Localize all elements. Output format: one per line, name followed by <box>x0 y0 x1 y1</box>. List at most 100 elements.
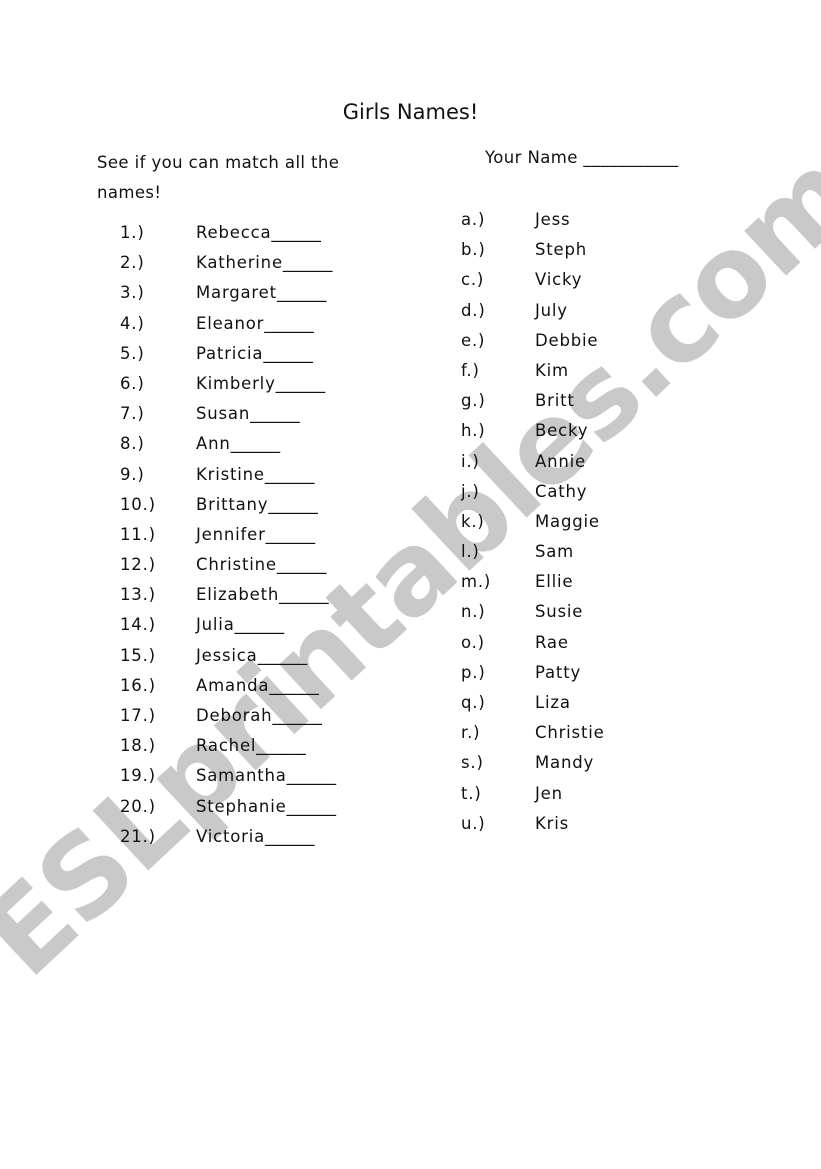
item-letter: b.) <box>461 240 486 260</box>
nickname: Maggie <box>535 511 600 531</box>
nickname: Becky <box>535 421 589 441</box>
full-name-entry[interactable]: Christine______ <box>196 555 326 574</box>
item-number: 4.) <box>120 313 145 333</box>
nickname: Mandy <box>535 753 595 773</box>
full-name: Katherine <box>196 253 283 273</box>
full-name: Ann <box>196 434 231 454</box>
nickname: Annie <box>535 451 586 471</box>
full-name-entry[interactable]: Eleanor______ <box>196 314 314 333</box>
item-letter: a.) <box>461 210 486 229</box>
full-name-entry[interactable]: Patricia______ <box>196 344 313 363</box>
item-letter: t.) <box>461 783 482 803</box>
full-name-entry[interactable]: Brittany______ <box>196 495 318 514</box>
item-number: 20.) <box>120 796 156 816</box>
full-name-entry[interactable]: Kimberly______ <box>196 374 325 393</box>
full-name: Christine <box>196 555 277 575</box>
item-letter: r.) <box>461 723 481 743</box>
full-name: Kimberly <box>196 373 276 393</box>
full-name-entry[interactable]: Susan______ <box>196 404 300 423</box>
full-name-entry[interactable]: Jennifer______ <box>196 525 315 544</box>
item-letter: l.) <box>461 542 480 562</box>
nickname: Rae <box>535 632 569 652</box>
full-name-entry[interactable]: Kristine______ <box>196 465 314 484</box>
item-letter: o.) <box>461 632 485 652</box>
item-number: 1.) <box>120 223 145 242</box>
nickname: Ellie <box>535 572 574 592</box>
full-name-entry[interactable]: Samantha______ <box>196 766 336 785</box>
answer-blank[interactable]: ______ <box>250 404 300 423</box>
item-number: 11.) <box>120 524 156 544</box>
page-title: Girls Names! <box>342 100 479 124</box>
full-name: Brittany <box>196 494 269 514</box>
item-number: 16.) <box>120 675 156 695</box>
item-number: 12.) <box>120 555 156 575</box>
full-name: Jessica <box>196 645 258 665</box>
nickname: Sam <box>535 542 575 562</box>
full-name-entry[interactable]: Deborah______ <box>196 706 322 725</box>
item-number: 15.) <box>120 645 156 665</box>
item-letter: n.) <box>461 602 486 622</box>
answer-blank[interactable]: ______ <box>287 797 337 816</box>
full-name-entry[interactable]: Ann______ <box>196 434 280 453</box>
full-name-entry[interactable]: Victoria______ <box>196 827 315 846</box>
answer-blank[interactable]: ______ <box>277 555 327 574</box>
answer-blank[interactable]: ______ <box>265 465 315 484</box>
full-name: Susan <box>196 404 251 424</box>
answer-blank[interactable]: ______ <box>276 374 326 393</box>
full-name-entry[interactable]: Rebecca______ <box>196 223 321 242</box>
answer-blank[interactable]: ______ <box>271 223 321 242</box>
item-letter: k.) <box>461 511 485 531</box>
full-name-entry[interactable]: Margaret______ <box>196 283 326 302</box>
item-letter: h.) <box>461 421 486 441</box>
answer-blank[interactable]: ______ <box>263 344 313 363</box>
nickname: Steph <box>535 240 588 260</box>
nickname: Vicky <box>535 270 583 290</box>
item-number: 17.) <box>120 706 156 725</box>
full-name-entry[interactable]: Rachel______ <box>196 736 306 755</box>
full-name: Amanda <box>196 675 270 695</box>
item-number: 19.) <box>120 766 156 786</box>
full-name-entry[interactable]: Katherine______ <box>196 253 332 272</box>
full-name: Samantha <box>196 766 287 786</box>
full-name-entry[interactable]: Elizabeth______ <box>196 585 329 604</box>
answer-blank[interactable]: ______ <box>283 253 333 272</box>
item-number: 6.) <box>120 373 145 393</box>
answer-blank[interactable]: ______ <box>277 283 327 302</box>
answer-blank[interactable]: ______ <box>235 615 285 634</box>
answer-blank[interactable]: ______ <box>258 646 308 665</box>
answer-blank[interactable]: ______ <box>269 676 319 695</box>
nickname: Patty <box>535 662 582 682</box>
full-name-entry[interactable]: Jessica______ <box>196 646 307 665</box>
answer-blank[interactable]: ______ <box>268 495 318 514</box>
answer-blank[interactable]: ______ <box>279 585 329 604</box>
full-name: Rebecca <box>196 223 272 242</box>
item-number: 13.) <box>120 585 156 605</box>
full-name-entry[interactable]: Julia______ <box>196 615 284 634</box>
full-name: Julia <box>196 615 235 635</box>
item-number: 2.) <box>120 253 145 273</box>
answer-blank[interactable]: ______ <box>266 525 316 544</box>
item-letter: c.) <box>461 270 485 290</box>
full-name-entry[interactable]: Stephanie______ <box>196 797 336 816</box>
nickname: Christie <box>535 723 605 743</box>
full-name-entry[interactable]: Amanda______ <box>196 676 319 695</box>
nickname: July <box>535 300 568 320</box>
answer-blank[interactable]: ______ <box>265 827 315 846</box>
answer-blank[interactable]: ______ <box>256 736 306 755</box>
answer-blank[interactable]: ______ <box>264 314 314 333</box>
nickname: Cathy <box>535 481 588 501</box>
item-number: 5.) <box>120 343 145 363</box>
answer-blank[interactable]: ______ <box>287 766 337 785</box>
answer-blank[interactable]: ______ <box>231 434 281 453</box>
item-letter: s.) <box>461 753 484 773</box>
nickname: Susie <box>535 602 584 622</box>
item-number: 8.) <box>120 434 145 454</box>
full-name: Deborah <box>196 706 273 725</box>
instructions: See if you can match all the names! <box>97 153 340 202</box>
worksheet: Girls Names! See if you can match all th… <box>0 0 821 1169</box>
item-letter: u.) <box>461 813 486 833</box>
your-name-field[interactable]: Your Name ___________ <box>485 148 679 167</box>
full-name: Jennifer <box>196 524 266 544</box>
answer-blank[interactable]: ______ <box>272 706 322 725</box>
nickname: Liza <box>535 693 571 712</box>
